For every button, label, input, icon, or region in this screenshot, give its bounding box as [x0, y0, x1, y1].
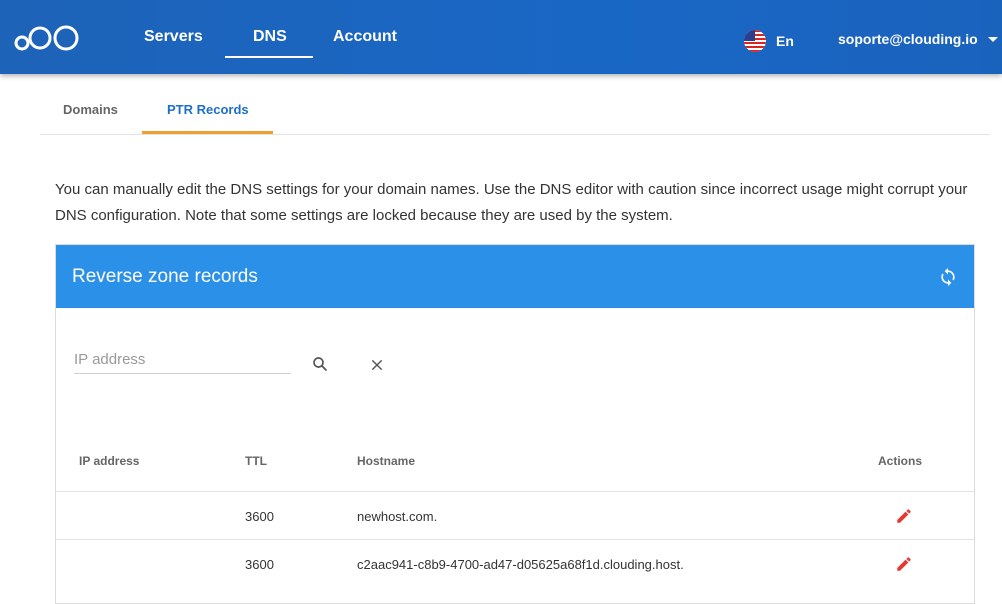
card-title: Reverse zone records	[72, 266, 258, 287]
user-email: soporte@clouding.io	[838, 31, 978, 47]
reverse-zone-card: Reverse zone records IP address TTL Host…	[55, 244, 975, 604]
cell-ttl: 3600	[245, 557, 274, 572]
tab-ptr-records[interactable]: PTR Records	[167, 102, 249, 117]
column-header-actions: Actions	[878, 454, 923, 468]
user-menu[interactable]: soporte@clouding.io	[838, 31, 998, 47]
column-header-ip: IP address	[79, 454, 140, 468]
ip-search-input[interactable]	[74, 345, 291, 374]
language-label: En	[776, 33, 794, 49]
tab-domains[interactable]: Domains	[63, 102, 118, 117]
table-row: 3600 newhost.com.	[56, 491, 974, 539]
intro-text: You can manually edit the DNS settings f…	[55, 181, 968, 224]
column-header-hostname: Hostname	[357, 454, 416, 468]
column-header-ttl: TTL	[245, 454, 267, 468]
search-icon[interactable]	[311, 355, 329, 373]
nav-active-indicator	[225, 56, 313, 58]
caret-down-icon	[987, 36, 998, 42]
nav-servers[interactable]: Servers	[144, 28, 203, 46]
tab-active-indicator	[142, 131, 273, 134]
pencil-icon[interactable]	[895, 507, 913, 525]
pencil-icon[interactable]	[895, 555, 913, 573]
nav-account[interactable]: Account	[333, 28, 397, 46]
nav-dns[interactable]: DNS	[253, 28, 287, 46]
refresh-icon[interactable]	[938, 267, 958, 287]
card-header: Reverse zone records	[56, 245, 974, 308]
language-selector[interactable]: En	[744, 30, 794, 52]
table-row: 3600 c2aac941-c8b9-4700-ad47-d05625a68f1…	[56, 539, 974, 587]
cell-ttl: 3600	[245, 509, 274, 524]
top-navigation-bar: Servers DNS Account En soporte@clouding.…	[0, 0, 1002, 74]
us-flag-icon	[744, 30, 766, 52]
clouding-logo[interactable]	[14, 24, 80, 52]
dns-tabs: Domains PTR Records	[40, 74, 990, 135]
cell-hostname: c2aac941-c8b9-4700-ad47-d05625a68f1d.clo…	[357, 557, 684, 572]
close-icon[interactable]	[369, 357, 385, 373]
cell-hostname: newhost.com.	[357, 509, 438, 524]
